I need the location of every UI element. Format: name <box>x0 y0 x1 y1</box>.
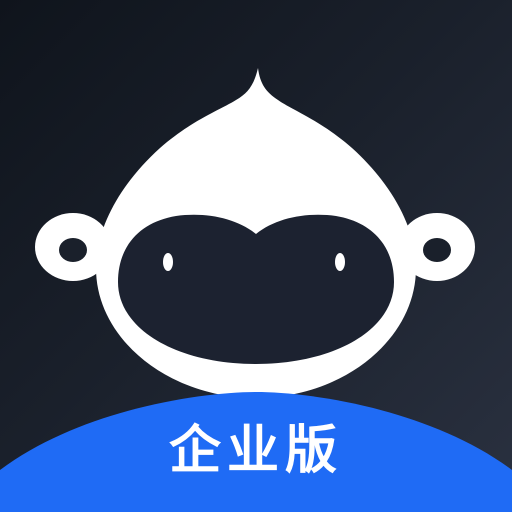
app-icon[interactable]: 企业版 <box>0 0 512 512</box>
edition-label: 企业版 <box>168 421 343 481</box>
